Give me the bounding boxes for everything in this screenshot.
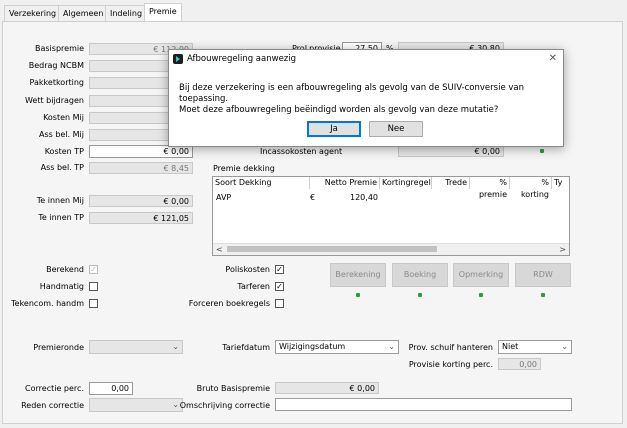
- column-header[interactable]: Kortingregel: [380, 177, 432, 189]
- forceren-boekregels-checkbox[interactable]: [275, 299, 284, 308]
- close-icon[interactable]: ✕: [549, 51, 557, 67]
- tab-algemeen[interactable]: Algemeen: [58, 5, 109, 21]
- scrollbar-thumb[interactable]: [227, 246, 437, 252]
- te-innen-tp-field: € 121,05: [89, 212, 193, 224]
- premieronde-select[interactable]: ⌄: [89, 340, 183, 354]
- boeking-button[interactable]: Boeking: [392, 263, 448, 287]
- afbouwregeling-dialog: Afbouwregeling aanwezig ✕ Bij deze verze…: [168, 49, 564, 147]
- dialog-message: Bij deze verzekering is een afbouwregeli…: [179, 83, 559, 116]
- correctie-perc-input[interactable]: 0,00: [89, 382, 133, 395]
- reden-correctie-label: Reden correctie: [21, 401, 84, 410]
- incassokosten-status-dot: [540, 149, 544, 153]
- tariefdatum-value: Wijzigingsdatum: [279, 342, 346, 351]
- kosten-tp-label: Kosten TP: [44, 147, 84, 156]
- kosten-mij-label: Kosten Mij: [43, 113, 84, 122]
- incassokosten-label: Incassokosten agent: [260, 147, 343, 156]
- basispremie-label: Basispremie: [35, 44, 84, 53]
- bedrag-ncbm-label: Bedrag NCBM: [28, 61, 84, 70]
- dialog-message-line1: Bij deze verzekering is een afbouwregeli…: [179, 83, 524, 104]
- pakketkorting-label: Pakketkorting: [29, 78, 84, 87]
- prov-schuif-select[interactable]: Niet ⌄: [498, 340, 572, 354]
- tekencom-handm-checkbox[interactable]: [89, 299, 98, 308]
- berekend-label: Berekend: [46, 265, 84, 274]
- row-netto-premie[interactable]: 120,40: [333, 192, 378, 204]
- scroll-left-icon[interactable]: <: [216, 244, 223, 255]
- column-header[interactable]: Soort Dekking: [213, 177, 310, 189]
- chevron-down-icon: ⌄: [561, 342, 568, 351]
- te-innen-mij-label: Te innen Mij: [36, 196, 84, 205]
- column-header[interactable]: Ty: [552, 177, 569, 189]
- tab-bar: Verzekering Algemeen Indeling Premie: [0, 0, 627, 22]
- poliskosten-checkbox[interactable]: ✓: [275, 265, 284, 274]
- handmatig-label: Handmatig: [39, 282, 84, 291]
- bruto-basispremie-label: Bruto Basispremie: [196, 384, 270, 393]
- app-icon: [173, 54, 183, 64]
- handmatig-checkbox[interactable]: [89, 282, 98, 291]
- dialog-titlebar[interactable]: Afbouwregeling aanwezig ✕: [169, 50, 563, 70]
- premie-dekking-title: Premie dekking: [213, 164, 275, 173]
- ass-bel-tp-label: Ass bel. TP: [40, 163, 84, 172]
- omschrijving-correctie-label: Omschrijving correctie: [179, 401, 270, 410]
- te-innen-tp-label: Te innen TP: [38, 213, 84, 222]
- ja-button[interactable]: Ja: [307, 121, 361, 137]
- wett-bijdragen-label: Wett bijdragen: [24, 96, 84, 105]
- tab-premie[interactable]: Premie: [144, 3, 182, 22]
- column-header[interactable]: % korting: [510, 177, 552, 199]
- prov-schuif-label: Prov. schuif hanteren: [408, 343, 493, 352]
- opmerking-status-dot: [479, 293, 483, 297]
- tarferen-label: Tarferen: [237, 282, 270, 291]
- poliskosten-label: Poliskosten: [225, 265, 270, 274]
- scroll-right-icon[interactable]: >: [559, 244, 566, 255]
- chevron-down-icon: ⌄: [388, 342, 395, 351]
- tab-indeling[interactable]: Indeling: [105, 5, 148, 21]
- horizontal-scrollbar[interactable]: < >: [213, 243, 569, 255]
- te-innen-mij-field: € 0,00: [89, 195, 193, 207]
- column-header[interactable]: % premie: [470, 177, 510, 199]
- berekend-checkbox: ✓: [89, 265, 98, 274]
- rdw-button[interactable]: RDW: [515, 263, 571, 287]
- forceren-boekregels-label: Forceren boekregels: [188, 299, 270, 308]
- ass-bel-mij-label: Ass bel. Mij: [38, 130, 84, 139]
- opmerking-button[interactable]: Opmerking: [453, 263, 509, 287]
- provisie-korting-label: Provisie korting perc.: [408, 360, 493, 369]
- berekening-status-dot: [356, 293, 360, 297]
- boeking-status-dot: [418, 293, 422, 297]
- tariefdatum-label: Tariefdatum: [222, 343, 270, 352]
- column-header[interactable]: Netto Premie: [310, 177, 380, 189]
- chevron-down-icon: ⌄: [172, 342, 179, 351]
- ass-bel-tp-field: € 8,45: [89, 162, 193, 174]
- correctie-perc-label: Correctie perc.: [25, 384, 84, 393]
- bruto-basispremie-field: € 0,00: [275, 382, 379, 394]
- omschrijving-correctie-input[interactable]: [275, 398, 572, 411]
- premie-dekking-table[interactable]: Soort Dekking Netto Premie Kortingregel …: [212, 176, 570, 256]
- tariefdatum-select[interactable]: Wijzigingsdatum ⌄: [275, 340, 399, 354]
- row-soort-dekking[interactable]: AVP: [216, 192, 231, 204]
- prov-schuif-value: Niet: [502, 342, 519, 351]
- reden-correctie-select[interactable]: ⌄: [89, 398, 183, 412]
- tarferen-checkbox[interactable]: ✓: [275, 282, 284, 291]
- dialog-title: Afbouwregeling aanwezig: [187, 54, 297, 64]
- provisie-korting-field: 0,00: [498, 358, 541, 370]
- premieronde-label: Premieronde: [33, 343, 84, 352]
- dialog-message-line2: Moet deze afbouwregeling beëindigd worde…: [179, 105, 499, 115]
- row-currency: €: [310, 193, 316, 202]
- berekening-button[interactable]: Berekening: [330, 263, 386, 287]
- tekencom-handm-label: Tekencom. handm: [11, 299, 84, 308]
- column-header[interactable]: Trede: [432, 177, 470, 189]
- rdw-status-dot: [541, 293, 545, 297]
- nee-button[interactable]: Nee: [369, 121, 423, 137]
- tab-verzekering[interactable]: Verzekering: [4, 5, 62, 21]
